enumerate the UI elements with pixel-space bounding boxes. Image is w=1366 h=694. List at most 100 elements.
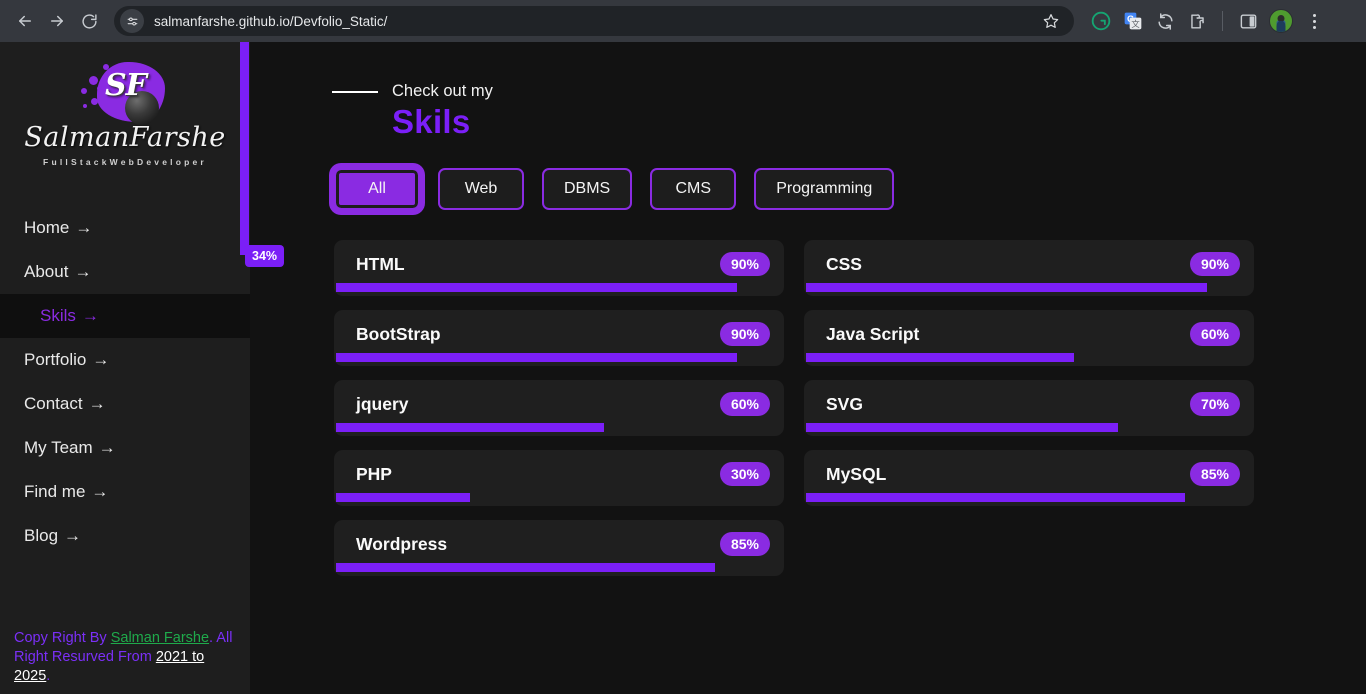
skill-card: CSS 90% [804, 240, 1254, 296]
filter-button-all[interactable]: All [334, 168, 420, 210]
site-settings-icon[interactable] [120, 9, 144, 33]
filter-button-dbms[interactable]: DBMS [542, 168, 633, 210]
skill-name: BootStrap [356, 323, 441, 344]
sidebar-item-blog[interactable]: Blog → [0, 514, 250, 558]
skill-progress-fill [806, 283, 1208, 292]
url-text: salmanfarshe.github.io/Devfolio_Static/ [154, 13, 388, 29]
logo-monogram: SF [105, 68, 147, 103]
skill-progress-fill [336, 563, 716, 572]
sidebar-item-label: Portfolio [24, 350, 87, 369]
address-bar[interactable]: salmanfarshe.github.io/Devfolio_Static/ [114, 6, 1074, 36]
back-button[interactable] [10, 6, 40, 36]
bookmark-star-icon[interactable] [1038, 8, 1064, 34]
logo-dot-icon [97, 86, 102, 91]
skill-progress-fill [336, 353, 738, 362]
sidebar-item-label: Skils [40, 306, 76, 325]
skill-card: jquery 60% [334, 380, 784, 436]
browser-toolbar: salmanfarshe.github.io/Devfolio_Static/ … [0, 0, 1366, 42]
skill-progress-track [806, 353, 1252, 362]
skill-progress-track [336, 353, 782, 362]
arrow-right-icon: → [74, 262, 92, 281]
sidebar-item-find-me[interactable]: Find me → [0, 470, 250, 514]
toolbar-divider [1222, 11, 1223, 31]
sidebar-item-label: Find me [24, 482, 86, 501]
section-eyebrow: Check out my [332, 82, 1266, 101]
sidebar-item-contact[interactable]: Contact → [0, 382, 250, 426]
skill-progress-fill [806, 353, 1074, 362]
eyebrow-label: Check out my [392, 82, 493, 100]
arrow-right-icon: → [75, 218, 93, 237]
profile-avatar[interactable] [1269, 9, 1293, 33]
skill-progress-track [336, 283, 782, 292]
skill-name: HTML [356, 253, 405, 274]
copyright-prefix: Copy Right By [14, 630, 111, 646]
sidebar-item-portfolio[interactable]: Portfolio → [0, 338, 250, 382]
forward-button[interactable] [42, 6, 72, 36]
sidebar: SF SalmanFarshe FullStackWebDeveloper Ho… [0, 42, 285, 694]
skill-name: jquery [356, 393, 409, 414]
skill-progress-track [806, 423, 1252, 432]
main-content: Check out my Skils All Web DBMS CMS Prog… [250, 42, 1366, 694]
sidebar-item-my-team[interactable]: My Team → [0, 426, 250, 470]
skill-card: SVG 70% [804, 380, 1254, 436]
sidebar-nav: Home → About → Skils → Portfolio → Contact → … [0, 206, 250, 558]
scroll-progress-badge: 34% [245, 245, 285, 267]
skill-filter-bar: All Web DBMS CMS Programming [334, 168, 1266, 210]
google-translate-icon[interactable]: G文 [1122, 10, 1144, 32]
skill-progress-fill [336, 493, 470, 502]
sidebar-item-home[interactable]: Home → [0, 206, 250, 250]
chrome-menu-icon[interactable] [1303, 10, 1325, 32]
logo-dot-icon [81, 88, 87, 94]
reload-button[interactable] [74, 6, 104, 36]
skill-card: Java Script 60% [804, 310, 1254, 366]
skill-progress-track [336, 563, 782, 572]
sidebar-item-about[interactable]: About → [0, 250, 250, 294]
skill-percent-badge: 90% [1189, 252, 1240, 276]
skill-progress-track [336, 423, 782, 432]
skill-progress-fill [806, 423, 1119, 432]
scroll-progress-bar[interactable] [240, 42, 249, 255]
skill-name: PHP [356, 463, 392, 484]
sidebar-item-label: Blog [24, 526, 59, 545]
page-title: Skils [392, 103, 471, 140]
skill-percent-badge: 30% [719, 462, 770, 486]
arrow-right-icon: → [64, 526, 82, 545]
side-panel-icon[interactable] [1237, 10, 1259, 32]
sidebar-item-label: My Team [24, 438, 93, 457]
arrow-right-icon: → [92, 350, 110, 369]
skill-name: SVG [826, 393, 863, 414]
logo-tagline: FullStackWebDeveloper [43, 157, 207, 167]
arrow-right-icon: → [91, 482, 109, 501]
copyright-suffix: . [46, 668, 51, 684]
skill-name: MySQL [826, 463, 887, 484]
sidebar-item-label: Contact [24, 394, 83, 413]
skill-percent-badge: 90% [719, 322, 770, 346]
skill-progress-fill [806, 493, 1186, 502]
extension-icons: G文 [1090, 9, 1325, 33]
grammarly-icon[interactable] [1090, 10, 1112, 32]
filter-button-programming[interactable]: Programming [754, 168, 895, 210]
skill-percent-badge: 85% [719, 532, 770, 556]
filter-button-web[interactable]: Web [438, 168, 524, 210]
site-logo[interactable]: SF SalmanFarshe FullStackWebDeveloper [0, 42, 250, 192]
arrow-right-icon: → [81, 306, 99, 325]
skill-name: Wordpress [356, 533, 448, 554]
author-link[interactable]: Salman Farshe [111, 630, 209, 646]
skill-progress-track [336, 493, 782, 502]
skill-name: Java Script [826, 323, 920, 344]
sidebar-item-skils[interactable]: Skils → [0, 294, 250, 338]
skill-card: MySQL 85% [804, 450, 1254, 506]
skill-card: BootStrap 90% [334, 310, 784, 366]
sync-icon[interactable] [1154, 10, 1176, 32]
skills-grid: HTML 90% CSS 90% BootStrap 90% Java Script 60% j… [334, 240, 1266, 576]
sidebar-item-label: About [24, 262, 69, 281]
skill-percent-badge: 60% [719, 392, 770, 416]
filter-button-cms[interactable]: CMS [650, 168, 737, 210]
logo-dot-icon [83, 104, 87, 108]
logo-dot-icon [91, 98, 98, 105]
skill-card: PHP 30% [334, 450, 784, 506]
skill-percent-badge: 90% [719, 252, 770, 276]
extensions-puzzle-icon[interactable] [1186, 10, 1208, 32]
arrow-right-icon: → [98, 438, 116, 457]
page-body: SF SalmanFarshe FullStackWebDeveloper Ho… [0, 42, 1366, 694]
